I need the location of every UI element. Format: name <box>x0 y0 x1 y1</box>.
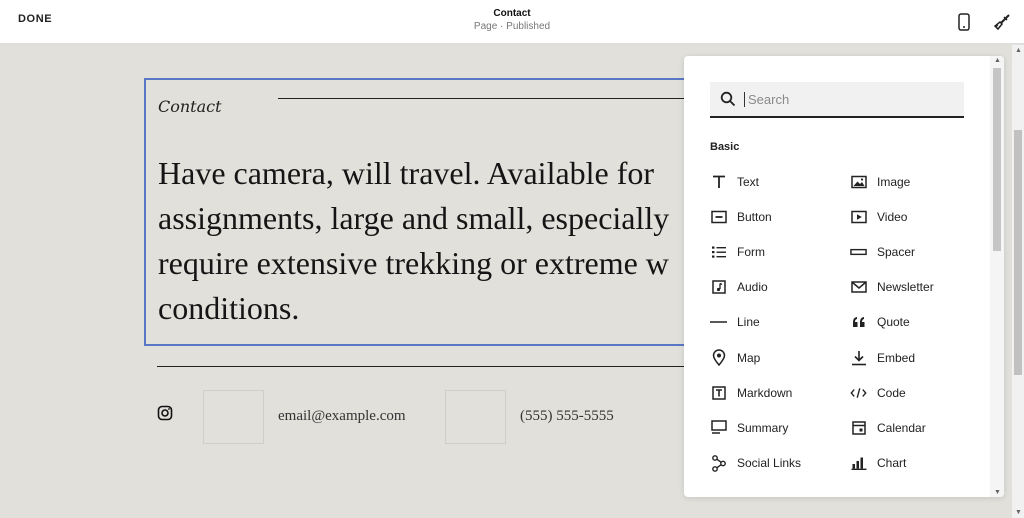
body-line: assignments, large and small, especially <box>158 200 670 236</box>
block-item-label: Social Links <box>737 456 802 471</box>
button-icon <box>710 208 727 225</box>
block-item-image[interactable]: Image <box>850 164 980 199</box>
newsletter-icon <box>850 279 867 296</box>
block-item-label: Calendar <box>877 420 926 435</box>
page-info: Contact Page · Published <box>412 8 612 32</box>
block-item-label: Embed <box>877 350 916 365</box>
block-item-audio[interactable]: Audio <box>710 270 850 305</box>
page-status: Page · Published <box>473 21 551 32</box>
editor-top-bar: DONE Contact Page · Published <box>0 0 1024 44</box>
block-item-video[interactable]: Video <box>850 199 980 234</box>
block-search <box>710 82 964 118</box>
block-item-label: Quote <box>877 315 910 330</box>
block-item-label: Line <box>737 315 760 330</box>
section-heading[interactable]: Contact <box>158 97 222 116</box>
block-item-label: Form <box>737 244 765 259</box>
block-item-form[interactable]: Form <box>710 234 850 269</box>
footer-divider <box>157 366 697 367</box>
heading-divider <box>278 98 698 99</box>
block-item-label: Chart <box>877 456 907 471</box>
block-item-text[interactable]: Text <box>710 164 850 199</box>
phone-text[interactable]: (555) 555-5555 <box>520 408 614 425</box>
search-icon <box>720 91 736 107</box>
video-icon <box>850 208 867 225</box>
block-item-label: Markdown <box>737 385 793 400</box>
scroll-up-arrow-icon[interactable]: ▲ <box>1015 47 1022 54</box>
embed-icon <box>850 349 867 366</box>
block-item-label: Summary <box>737 420 789 435</box>
body-line: require extensive trekking or extreme w <box>158 245 669 281</box>
block-item-label: Map <box>737 350 761 365</box>
section-label-basic: Basic <box>710 141 740 153</box>
block-item-map[interactable]: Map <box>710 340 850 375</box>
scroll-up-arrow-icon[interactable]: ▲ <box>994 57 1001 64</box>
chart-icon <box>850 455 867 472</box>
scroll-down-arrow-icon[interactable]: ▼ <box>994 489 1001 496</box>
done-button[interactable]: DONE <box>18 13 52 25</box>
spacer-icon <box>850 243 867 260</box>
block-item-summary[interactable]: Summary <box>710 410 850 445</box>
block-item-chart[interactable]: Chart <box>850 446 980 481</box>
block-item-spacer[interactable]: Spacer <box>850 234 980 269</box>
body-line: conditions. <box>158 290 300 326</box>
page-title: Contact <box>493 8 531 19</box>
block-item-label: Spacer <box>877 244 916 259</box>
scrollbar-thumb[interactable] <box>1014 130 1022 375</box>
add-block-panel: Basic Text Image Button Video Form <box>684 56 1004 497</box>
instagram-icon[interactable] <box>157 405 173 421</box>
body-line: Have camera, will travel. Available for <box>158 155 655 191</box>
markdown-icon <box>710 384 727 401</box>
block-item-label: Video <box>877 209 908 224</box>
block-item-label: Newsletter <box>877 280 934 295</box>
block-item-label: Image <box>877 174 911 189</box>
quote-icon <box>850 314 867 331</box>
block-item-markdown[interactable]: Markdown <box>710 375 850 410</box>
code-icon <box>850 384 867 401</box>
block-item-embed[interactable]: Embed <box>850 340 980 375</box>
block-item-label: Button <box>737 209 772 224</box>
block-item-button[interactable]: Button <box>710 199 850 234</box>
block-item-quote[interactable]: Quote <box>850 305 980 340</box>
body-paragraph[interactable]: Have camera, will travel. Available for … <box>158 151 718 331</box>
text-icon <box>710 173 727 190</box>
image-icon <box>850 173 867 190</box>
audio-icon <box>710 279 727 296</box>
search-input[interactable] <box>744 91 954 107</box>
block-item-line[interactable]: Line <box>710 305 850 340</box>
block-item-label: Code <box>877 385 906 400</box>
block-item-label: Text <box>737 174 760 189</box>
block-item-code[interactable]: Code <box>850 375 980 410</box>
scrollbar-thumb[interactable] <box>993 68 1001 251</box>
block-item-calendar[interactable]: Calendar <box>850 410 980 445</box>
page-scrollbar[interactable]: ▲ ▼ <box>1012 45 1024 518</box>
form-icon <box>710 243 727 260</box>
image-placeholder[interactable] <box>445 390 506 444</box>
map-pin-icon <box>710 349 727 367</box>
image-placeholder[interactable] <box>203 390 264 444</box>
email-text[interactable]: email@example.com <box>278 408 406 425</box>
scroll-down-arrow-icon[interactable]: ▼ <box>1015 509 1022 516</box>
block-item-label: Audio <box>737 280 768 295</box>
block-item-newsletter[interactable]: Newsletter <box>850 270 980 305</box>
block-item-social-links[interactable]: Social Links <box>710 446 850 481</box>
mobile-phone-icon[interactable] <box>953 11 975 33</box>
line-icon <box>710 314 727 331</box>
social-links-icon <box>710 454 727 472</box>
paintbrush-icon[interactable] <box>991 11 1013 33</box>
panel-scrollbar[interactable]: ▲ ▼ <box>990 56 1004 497</box>
block-list: Text Image Button Video Form Spacer Audi… <box>710 164 980 481</box>
calendar-icon <box>850 419 867 436</box>
summary-icon <box>710 419 727 436</box>
